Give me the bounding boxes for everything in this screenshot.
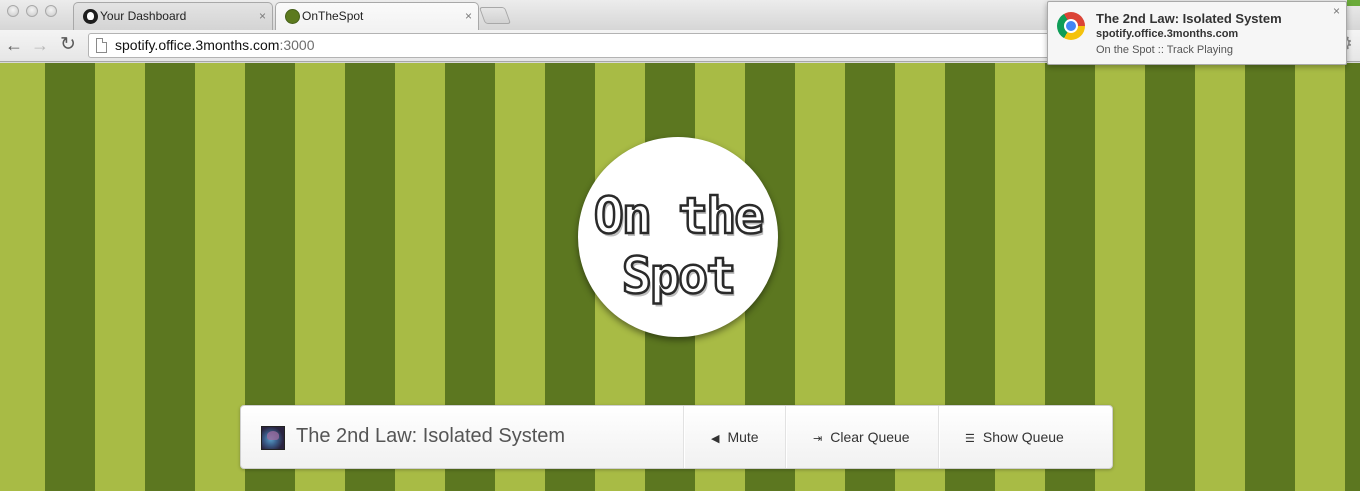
desktop-notification[interactable]: The 2nd Law: Isolated System spotify.off… bbox=[1047, 1, 1347, 65]
forward-arrow-icon[interactable]: → bbox=[31, 35, 49, 55]
page-icon bbox=[96, 38, 107, 53]
divider bbox=[785, 406, 786, 468]
onthespot-favicon-icon bbox=[285, 9, 300, 24]
notification-url: spotify.office.3months.com bbox=[1096, 28, 1239, 40]
github-icon bbox=[83, 9, 98, 24]
notification-title: The 2nd Law: Isolated System bbox=[1096, 11, 1282, 26]
notification-close-icon[interactable]: × bbox=[1333, 4, 1340, 18]
reload-icon[interactable]: ↻ bbox=[60, 35, 76, 55]
url-text[interactable]: spotify.office.3months.com:3000 bbox=[115, 37, 315, 53]
player-bar: The 2nd Law: Isolated System ◀ Mute ⇥ Clea… bbox=[240, 405, 1113, 469]
tab-close-icon[interactable]: × bbox=[259, 3, 266, 29]
clear-queue-label: Clear Queue bbox=[830, 429, 910, 445]
show-queue-label: Show Queue bbox=[982, 429, 1064, 445]
back-arrow-icon[interactable]: ← bbox=[5, 35, 23, 55]
show-queue-button[interactable]: ☰ Show Queue bbox=[965, 426, 1064, 450]
logo-line-1: On the bbox=[592, 186, 765, 247]
mute-label: Mute bbox=[727, 429, 759, 445]
divider bbox=[938, 406, 939, 468]
speaker-icon: ◀ bbox=[711, 433, 720, 445]
list-icon: ☰ bbox=[965, 433, 975, 445]
tab-title: OnTheSpot bbox=[302, 9, 364, 23]
album-art bbox=[261, 426, 285, 450]
logo-line-2: Spot bbox=[621, 246, 738, 307]
tab-your-dashboard[interactable]: Your Dashboard × bbox=[73, 2, 273, 30]
track-title: The 2nd Law: Isolated System bbox=[296, 425, 566, 447]
sign-out-icon: ⇥ bbox=[813, 433, 823, 445]
url-host: spotify.office.3months.com bbox=[115, 37, 280, 53]
minimize-window-button[interactable] bbox=[26, 5, 38, 17]
tab-title: Your Dashboard bbox=[100, 9, 187, 23]
close-window-button[interactable] bbox=[7, 5, 19, 17]
clear-queue-button[interactable]: ⇥ Clear Queue bbox=[813, 426, 910, 450]
zoom-window-button[interactable] bbox=[45, 5, 57, 17]
tab-close-icon[interactable]: × bbox=[465, 3, 472, 29]
page-background: On the Spot The 2nd Law: Isolated System… bbox=[0, 63, 1360, 491]
logo: On the Spot bbox=[578, 137, 778, 337]
new-tab-button[interactable] bbox=[478, 7, 512, 24]
mute-button[interactable]: ◀ Mute bbox=[711, 426, 759, 450]
notification-edge bbox=[1347, 0, 1360, 6]
divider bbox=[683, 406, 684, 468]
chrome-icon bbox=[1057, 12, 1085, 40]
notification-body: On the Spot :: Track Playing bbox=[1096, 44, 1233, 56]
tab-onthespot[interactable]: OnTheSpot × bbox=[275, 2, 479, 30]
url-port: :3000 bbox=[279, 37, 315, 53]
